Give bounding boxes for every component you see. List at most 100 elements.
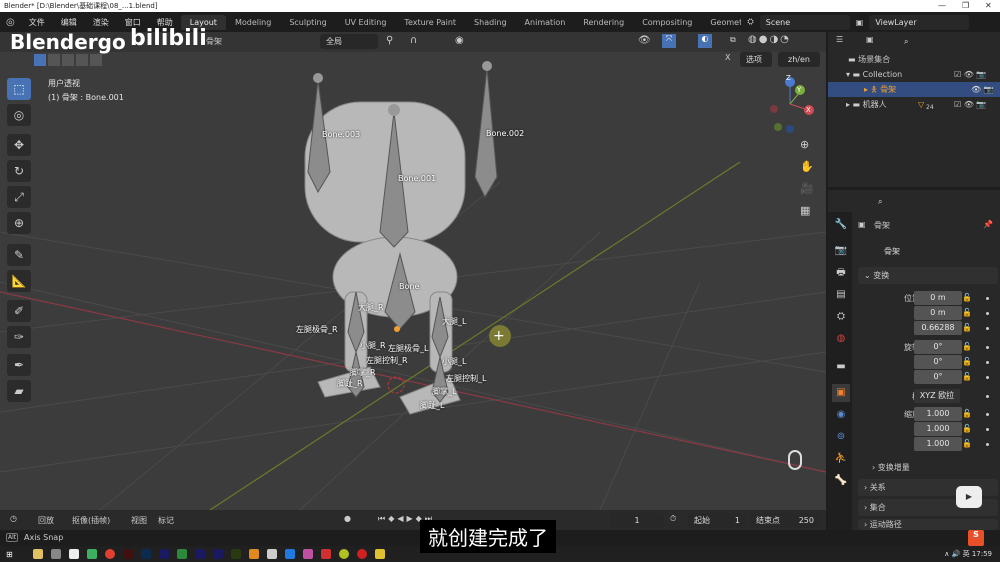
annotate-tool[interactable]: ✎ [7, 244, 31, 266]
keyframe-dot[interactable] [986, 297, 989, 300]
select-mode-buttons[interactable] [34, 54, 102, 66]
minimize-button[interactable]: — [938, 0, 946, 12]
checkbox-visibility-camera-icons[interactable]: ☑ 👁 📷 [954, 97, 986, 112]
bone-envelope-tool[interactable]: ▰ [7, 380, 31, 402]
keyframe-dot[interactable] [986, 413, 989, 416]
camera-view-icon[interactable]: 🎥 [800, 182, 814, 195]
taskbar-app-icon[interactable] [230, 549, 241, 559]
scene-collection-row[interactable]: ▬ 场景集合 [828, 52, 1000, 67]
transform-tool[interactable]: ⊕ [7, 212, 31, 234]
scale-x-field[interactable]: 1.000 [914, 407, 962, 421]
scale-y-field[interactable]: 1.000 [914, 422, 962, 436]
taskbar-app-icon[interactable] [356, 549, 367, 559]
delta-transform-subpanel[interactable]: › 变换增量 [872, 462, 910, 473]
extrude-tool[interactable]: ✒ [7, 354, 31, 376]
bone-roll-tool[interactable]: ✐ [7, 300, 31, 322]
scene-icon[interactable]: ⛭ [747, 17, 753, 27]
rotate-tool[interactable]: ↻ [7, 160, 31, 182]
lock-icon[interactable]: 🔓 [962, 439, 972, 448]
tab-sculpting[interactable]: Sculpting [280, 15, 335, 30]
location-x-field[interactable]: 0 m [914, 291, 962, 305]
collection-row[interactable]: ▾ ▬ Collection ☑ 👁 📷 [828, 67, 1000, 82]
language-toggle-button[interactable]: zh/en [778, 52, 820, 67]
location-z-field[interactable]: 0.66288 [914, 321, 962, 335]
keyframe-dot[interactable] [986, 327, 989, 330]
tool-tab-icon[interactable]: 🔧 [832, 216, 850, 234]
location-y-field[interactable]: 0 m [914, 306, 962, 320]
rotation-mode-dropdown[interactable]: XYZ 欧拉 [914, 389, 960, 403]
object-name-field[interactable]: 骨架 [878, 244, 994, 259]
taskbar-app-icon[interactable] [140, 549, 151, 559]
world-tab-icon[interactable]: ◍ [832, 330, 850, 348]
motion-paths-panel-header[interactable]: › 运动路径 [858, 519, 998, 530]
view-layer-icon[interactable]: ▣ [856, 18, 864, 27]
menu-file[interactable]: 文件 [21, 17, 53, 28]
lock-icon[interactable]: 🔓 [962, 293, 972, 302]
playback-menu[interactable]: 回放 [38, 515, 54, 526]
keyframe-dot[interactable] [986, 312, 989, 315]
rotation-x-field[interactable]: 0° [914, 340, 962, 354]
pivot-icon[interactable]: ⚲ [386, 35, 393, 46]
taskbar-app-icon[interactable] [176, 549, 187, 559]
taskbar-app-icon[interactable] [122, 549, 133, 559]
keyframe-dot[interactable] [986, 395, 989, 398]
xray-icon[interactable]: ⧉ [730, 35, 736, 45]
visibility-camera-icons[interactable]: 👁 📷 [971, 82, 994, 97]
properties-search-input[interactable]: ⌕ [872, 194, 982, 209]
taskbar-app-icon[interactable] [374, 549, 385, 559]
pin-icon[interactable]: 📌 [983, 220, 993, 229]
tab-texture-paint[interactable]: Texture Paint [395, 15, 465, 30]
start-frame-field[interactable]: 起始 1 [688, 513, 746, 528]
collapse-arrow-icon[interactable]: ▾ ▬ [846, 70, 863, 79]
keyframe-dot[interactable] [986, 346, 989, 349]
armature-data-tab-icon[interactable]: ⛹ [832, 450, 850, 468]
taskbar-app-icon[interactable] [50, 549, 61, 559]
ortho-grid-icon[interactable]: ▦ [800, 204, 810, 217]
shading-mode-buttons[interactable]: ◍●◑◔ [748, 34, 791, 45]
collection-tab-icon[interactable]: ▬ [832, 358, 850, 376]
tab-animation[interactable]: Animation [516, 15, 575, 30]
zoom-view-icon[interactable]: ⊕ [800, 138, 809, 151]
object-tab-icon[interactable]: ▣ [832, 384, 850, 402]
outliner-item-robot[interactable]: ▸ ▬ 机器人 ▽ 24 ☑ 👁 📷 [828, 97, 1000, 112]
keying-menu[interactable]: 抠像(插帧) [72, 515, 110, 526]
tab-compositing[interactable]: Compositing [633, 15, 701, 30]
taskbar-app-icon[interactable] [284, 549, 295, 559]
current-frame-field[interactable]: 1 [610, 513, 664, 528]
system-tray[interactable]: ∧ 🔊 英 17:59 [944, 549, 992, 559]
lock-icon[interactable]: 🔓 [962, 323, 972, 332]
view-menu[interactable]: 视图 [131, 515, 147, 526]
editor-type-icon[interactable]: ◷ [10, 514, 17, 523]
taskbar-app-icon[interactable] [266, 549, 277, 559]
lock-icon[interactable]: 🔓 [962, 409, 972, 418]
tab-shading[interactable]: Shading [465, 15, 516, 30]
marker-menu[interactable]: 标记 [158, 515, 174, 526]
bone-tab-icon[interactable]: 🦴 [832, 472, 850, 490]
taskbar-app-icon[interactable] [194, 549, 205, 559]
blender-logo-icon[interactable]: ◎ [0, 17, 21, 28]
select-box-tool[interactable]: ⬚ [7, 78, 31, 100]
sogou-ime-icon[interactable]: S [968, 530, 984, 546]
taskbar-app-icon[interactable] [158, 549, 169, 559]
snap-icon[interactable]: ∩ [410, 35, 417, 46]
taskbar-app-icon[interactable] [212, 549, 223, 559]
taskbar-app-icon[interactable] [302, 549, 313, 559]
taskbar-app-icon[interactable] [338, 549, 349, 559]
taskbar-app-icon[interactable] [32, 549, 43, 559]
close-button[interactable]: ✕ [985, 0, 992, 12]
maximize-button[interactable]: ❐ [962, 0, 969, 12]
taskbar-blender-icon[interactable] [248, 549, 259, 559]
scale-z-field[interactable]: 1.000 [914, 437, 962, 451]
tab-uv-editing[interactable]: UV Editing [336, 15, 396, 30]
tab-geometry[interactable]: Geometr [701, 15, 741, 30]
taskbar-app-icon[interactable] [68, 549, 79, 559]
lock-icon[interactable]: 🔓 [962, 372, 972, 381]
proportional-edit-icon[interactable]: ◉ [455, 35, 464, 46]
checkbox-visibility-camera-icons[interactable]: ☑ 👁 📷 [954, 67, 986, 82]
move-tool[interactable]: ✥ [7, 134, 31, 156]
constraints-tab-icon[interactable]: ⊚ [832, 428, 850, 446]
gizmo-toggle-icon[interactable]: ⤧ [662, 34, 676, 48]
pan-view-icon[interactable]: ✋ [800, 160, 814, 173]
transform-panel-header[interactable]: ⌄ 变换 [858, 267, 998, 284]
visibility-icon[interactable]: 👁 [638, 35, 651, 46]
